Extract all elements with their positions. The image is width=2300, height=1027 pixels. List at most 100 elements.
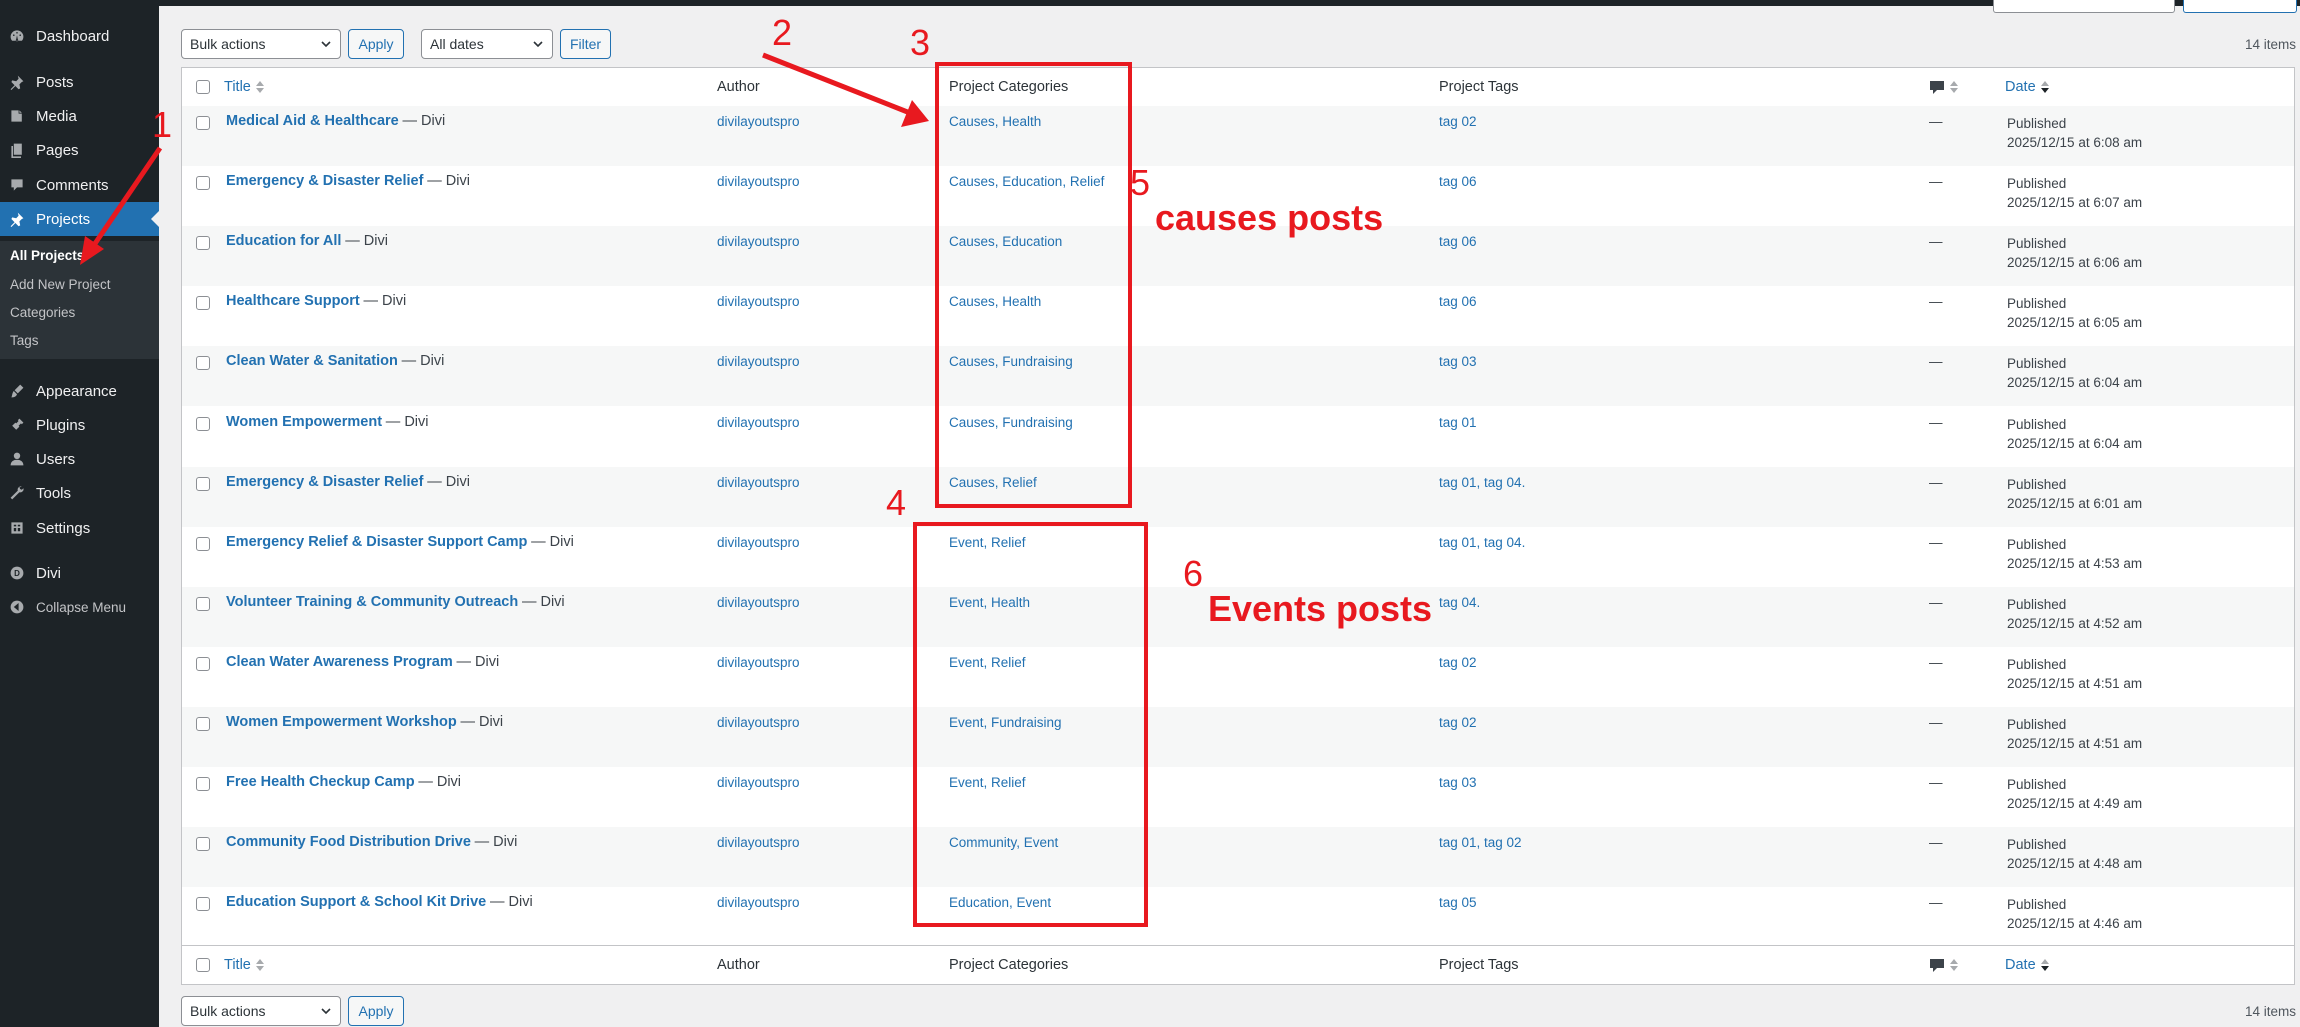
row-checkbox[interactable] — [196, 717, 210, 731]
row-checkbox[interactable] — [196, 897, 210, 912]
author-link[interactable]: divilayoutspro — [717, 415, 800, 430]
tags-links[interactable]: tag 03 — [1439, 354, 1477, 369]
tags-links[interactable]: tag 01 — [1439, 415, 1477, 430]
project-title-link[interactable]: Free Health Checkup Camp — [226, 774, 415, 790]
author-link[interactable]: divilayoutspro — [717, 114, 800, 129]
date-filter-select[interactable]: All dates — [421, 29, 553, 59]
row-checkbox[interactable] — [196, 656, 210, 671]
project-title-link[interactable]: Emergency & Disaster Relief — [226, 474, 423, 490]
author-link[interactable]: divilayoutspro — [717, 475, 800, 490]
author-link[interactable]: divilayoutspro — [717, 174, 800, 189]
select-all-checkbox[interactable] — [196, 80, 210, 94]
row-checkbox[interactable] — [196, 236, 210, 251]
column-comments[interactable] — [1929, 79, 1958, 95]
menu-dashboard[interactable]: Dashboard — [0, 19, 159, 53]
post-status: Published — [2007, 897, 2067, 913]
menu-media[interactable]: Media — [0, 99, 159, 133]
row-checkbox[interactable] — [196, 536, 210, 551]
date-cell: Published 2025/12/15 at 4:49 am — [2007, 775, 2142, 813]
tags-links[interactable]: tag 02 — [1439, 655, 1477, 670]
apply-button[interactable]: Apply — [348, 29, 404, 59]
select-all-checkbox-footer[interactable] — [196, 958, 210, 972]
menu-projects[interactable]: Projects — [0, 202, 159, 236]
menu-users[interactable]: Users — [0, 442, 159, 476]
tags-links[interactable]: tag 05 — [1439, 895, 1477, 910]
project-title-link[interactable]: Women Empowerment — [226, 414, 382, 430]
tags-links[interactable]: tag 06 — [1439, 234, 1477, 249]
menu-divi[interactable]: D Divi — [0, 556, 159, 590]
row-checkbox[interactable] — [196, 416, 210, 431]
project-title-link[interactable]: Emergency & Disaster Relief — [226, 173, 423, 189]
date-cell: Published 2025/12/15 at 4:46 am — [2007, 895, 2142, 933]
collapse-icon — [8, 599, 26, 615]
author-link[interactable]: divilayoutspro — [717, 655, 800, 670]
menu-appearance[interactable]: Appearance — [0, 374, 159, 408]
column-date[interactable]: Date — [2005, 79, 2049, 95]
project-title-link[interactable]: Education for All — [226, 233, 341, 249]
column-comments-footer[interactable] — [1929, 957, 1958, 973]
tags-links[interactable]: tag 01, tag 04. — [1439, 475, 1525, 490]
tags-links[interactable]: tag 01, tag 04. — [1439, 535, 1525, 550]
project-title-link[interactable]: Medical Aid & Healthcare — [226, 113, 399, 129]
menu-posts[interactable]: Posts — [0, 65, 159, 99]
menu-comments[interactable]: Comments — [0, 168, 159, 202]
project-title-link[interactable]: Healthcare Support — [226, 293, 360, 309]
row-checkbox[interactable] — [196, 176, 210, 191]
tags-links[interactable]: tag 06 — [1439, 174, 1477, 189]
search-button-partial[interactable] — [2183, 0, 2297, 13]
comments-count: — — [1929, 114, 1943, 129]
menu-tools[interactable]: Tools — [0, 476, 159, 510]
project-title-link[interactable]: Education Support & School Kit Drive — [226, 894, 486, 910]
tags-links[interactable]: tag 02 — [1439, 715, 1477, 730]
project-title-link[interactable]: Volunteer Training & Community Outreach — [226, 594, 518, 610]
tags-links[interactable]: tag 02 — [1439, 114, 1477, 129]
post-status: Published — [2007, 596, 2067, 612]
tags-links[interactable]: tag 06 — [1439, 294, 1477, 309]
apply-button-bottom[interactable]: Apply — [348, 996, 404, 1026]
row-checkbox[interactable] — [196, 777, 210, 792]
menu-collapse[interactable]: Collapse Menu — [0, 590, 159, 624]
project-title-link[interactable]: Emergency Relief & Disaster Support Camp — [226, 534, 527, 550]
menu-settings[interactable]: Settings — [0, 511, 159, 545]
author-link[interactable]: divilayoutspro — [717, 595, 800, 610]
column-title-footer[interactable]: Title — [224, 957, 264, 973]
filter-button[interactable]: Filter — [560, 29, 611, 59]
tags-links[interactable]: tag 01, tag 02 — [1439, 835, 1522, 850]
submenu-add-new-project[interactable]: Add New Project — [10, 277, 111, 292]
row-checkbox[interactable] — [196, 837, 210, 852]
column-title[interactable]: Title — [224, 79, 264, 95]
submenu-categories[interactable]: Categories — [10, 305, 75, 320]
author-link[interactable]: divilayoutspro — [717, 835, 800, 850]
author-link[interactable]: divilayoutspro — [717, 354, 800, 369]
author-link[interactable]: divilayoutspro — [717, 775, 800, 790]
row-checkbox[interactable] — [196, 356, 210, 371]
submenu-all-projects[interactable]: All Projects — [10, 248, 84, 263]
row-checkbox[interactable] — [196, 296, 210, 311]
pin-icon — [8, 211, 26, 227]
project-title-link[interactable]: Clean Water & Sanitation — [226, 353, 398, 369]
submenu-tags[interactable]: Tags — [10, 333, 39, 348]
author-link[interactable]: divilayoutspro — [717, 715, 800, 730]
column-date-footer[interactable]: Date — [2005, 957, 2049, 973]
sort-icon — [1950, 81, 1958, 94]
tags-links[interactable]: tag 04. — [1439, 595, 1480, 610]
menu-pages[interactable]: Pages — [0, 133, 159, 167]
row-checkbox[interactable] — [196, 596, 210, 611]
project-title-link[interactable]: Clean Water Awareness Program — [226, 654, 453, 670]
author-link[interactable]: divilayoutspro — [717, 294, 800, 309]
page-builder-suffix: — Divi — [427, 473, 470, 490]
tags-links[interactable]: tag 03 — [1439, 775, 1477, 790]
author-link[interactable]: divilayoutspro — [717, 535, 800, 550]
table-footer: Title Author Project Categories Project … — [182, 945, 2294, 984]
search-box-partial[interactable] — [1993, 0, 2175, 13]
author-link[interactable]: divilayoutspro — [717, 234, 800, 249]
bulk-actions-select[interactable]: Bulk actions — [181, 29, 341, 59]
row-checkbox[interactable] — [196, 476, 210, 491]
date-cell: Published 2025/12/15 at 4:51 am — [2007, 655, 2142, 693]
project-title-link[interactable]: Community Food Distribution Drive — [226, 834, 471, 850]
author-link[interactable]: divilayoutspro — [717, 895, 800, 910]
project-title-link[interactable]: Women Empowerment Workshop — [226, 714, 457, 730]
row-checkbox[interactable] — [196, 116, 210, 130]
bulk-actions-select-bottom[interactable]: Bulk actions — [181, 996, 341, 1026]
menu-plugins[interactable]: Plugins — [0, 408, 159, 442]
